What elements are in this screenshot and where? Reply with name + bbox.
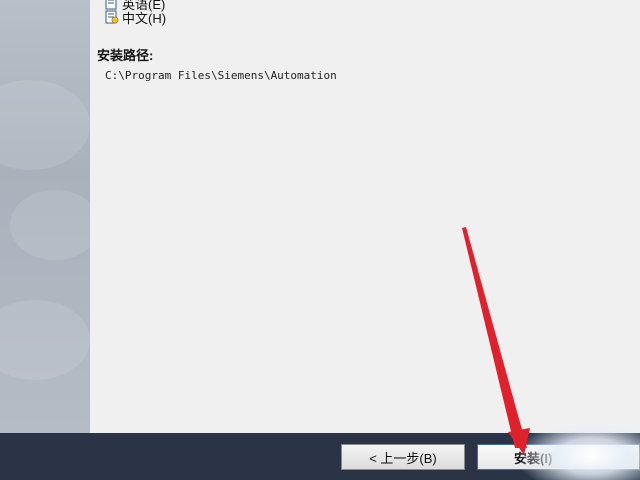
content-panel bbox=[90, 0, 640, 433]
install-path-value: C:\Program Files\Siemens\Automation bbox=[105, 69, 337, 82]
back-button[interactable]: < 上一步(B) bbox=[341, 444, 465, 470]
install-button[interactable]: 安装(I) bbox=[477, 444, 640, 470]
side-banner bbox=[0, 0, 90, 433]
language-label: 中文(H) bbox=[122, 10, 167, 26]
language-option-chinese[interactable]: 中文(H) bbox=[105, 8, 166, 26]
installer-window: 英语(E) 中文(H) 安装路径: C:\Program Files\Sieme… bbox=[0, 0, 640, 480]
document-icon bbox=[105, 10, 119, 24]
install-path-label: 安装路径: bbox=[97, 48, 154, 63]
